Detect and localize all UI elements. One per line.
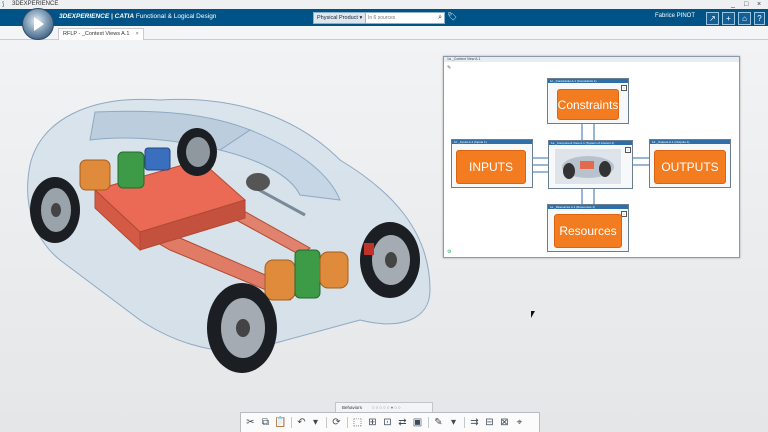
search-input[interactable] xyxy=(368,14,426,21)
search-bar: Physical Product ▾ ⌕ xyxy=(313,12,445,24)
inputs-box: INPUTS xyxy=(456,150,526,184)
front-motor xyxy=(264,259,296,301)
behaviors-label: Behaviors xyxy=(342,405,363,410)
brand-app-name: 3DEXPERIENCE | CATIA xyxy=(59,13,135,20)
separator xyxy=(291,417,292,428)
separator xyxy=(464,417,465,428)
paste-icon[interactable]: 📋 xyxy=(274,416,287,429)
wheel-rear-right xyxy=(177,128,217,176)
connect-icon[interactable]: ⇄ xyxy=(396,416,409,429)
analyze-icon[interactable]: ⌖ xyxy=(513,416,526,429)
select-icon[interactable]: ⬚ xyxy=(351,416,364,429)
play-icon xyxy=(34,17,44,31)
redo-icon[interactable]: ▾ xyxy=(309,416,322,429)
node-header: 1a _Component View A.1 (System of intere… xyxy=(549,141,632,145)
outputs-box: OUTPUTS xyxy=(654,150,726,184)
resources-box: Resources xyxy=(554,214,622,248)
rear-gearbox xyxy=(117,151,145,189)
front-motor-right xyxy=(319,251,349,289)
rear-motor xyxy=(79,159,111,191)
layout-icon[interactable]: ▾ xyxy=(447,416,460,429)
cut-icon[interactable]: ✂ xyxy=(244,416,257,429)
close-window-button[interactable]: × xyxy=(757,0,761,9)
search-scope-dropdown[interactable]: Physical Product ▾ xyxy=(314,13,366,23)
wheel-front-left xyxy=(207,283,277,373)
new-block-icon[interactable]: ⊞ xyxy=(366,416,379,429)
expand-icon[interactable]: ▫ xyxy=(625,147,631,153)
copy-icon[interactable]: ⧉ xyxy=(259,416,272,429)
wheel-front-right xyxy=(360,222,420,298)
wheel-rear-left xyxy=(30,177,80,243)
side-mirror xyxy=(246,173,270,191)
help-icon[interactable]: ? xyxy=(754,12,765,25)
brand-title: 3DEXPERIENCE | CATIA Functional & Logica… xyxy=(59,13,216,20)
outputs-node[interactable]: 1d _Outputs A.1 (Outputs 1) OUTPUTS xyxy=(649,139,731,188)
expose-icon[interactable]: ⊟ xyxy=(483,416,496,429)
inputs-node[interactable]: 1b _Inputs A.1 (Inputs 1) INPUTS xyxy=(451,139,533,188)
flow-icon[interactable]: ⇉ xyxy=(468,416,481,429)
mouse-cursor xyxy=(531,311,535,318)
component-thumbnail xyxy=(555,149,621,184)
window-title-bar: ⟆ 3DEXPERIENCE _ □ × xyxy=(0,0,768,9)
expand-icon[interactable]: ▫ xyxy=(621,85,627,91)
constraints-node[interactable]: 1c _Constraints A.1 (Constraints 1) ▫ Co… xyxy=(547,78,629,124)
component-node[interactable]: 1a _Component View A.1 (System of intere… xyxy=(548,140,633,189)
search-scope-label: Physical Product xyxy=(317,15,358,21)
undo-icon[interactable]: ↶ xyxy=(295,416,308,429)
tab-bar: RFLP - _Context Views A.1 × xyxy=(0,26,768,40)
user-name[interactable]: Fabrice PINOT xyxy=(655,13,695,19)
tab-close-icon[interactable]: × xyxy=(135,31,138,37)
tab-context-views[interactable]: RFLP - _Context Views A.1 × xyxy=(58,28,144,40)
node-header: 1b _Inputs A.1 (Inputs 1) xyxy=(452,140,532,144)
rear-controller xyxy=(144,147,171,171)
tab-label: RFLP - _Context Views A.1 xyxy=(63,31,130,37)
edit-icon[interactable]: ✎ xyxy=(432,416,445,429)
maximize-button[interactable]: □ xyxy=(744,0,748,9)
tag-icon[interactable]: 🏷 xyxy=(447,12,457,21)
node-header: 1d _Outputs A.1 (Outputs 1) xyxy=(650,140,730,144)
separator xyxy=(326,417,327,428)
minimize-button[interactable]: _ xyxy=(731,0,735,9)
add-icon[interactable]: + xyxy=(722,12,735,25)
separator xyxy=(347,417,348,428)
compass-button[interactable] xyxy=(22,8,54,40)
new-port-icon[interactable]: ⊡ xyxy=(381,416,394,429)
separator xyxy=(428,417,429,428)
context-view-panel[interactable]: 1a _Context View A.1 ✎ 1c _Constraints A… xyxy=(443,56,740,258)
structure-icon[interactable]: ⊠ xyxy=(498,416,511,429)
front-gearbox xyxy=(294,249,321,299)
update-icon[interactable]: ⟳ xyxy=(330,416,343,429)
node-header: 1e _Resources A.1 (Resources 1) xyxy=(548,205,628,209)
search-icon[interactable]: ⌕ xyxy=(438,13,442,23)
constraints-box: Constraints xyxy=(557,89,619,120)
resources-node[interactable]: 1e _Resources A.1 (Resources 1) ▫ Resour… xyxy=(547,204,629,252)
panel-status-icon[interactable]: ⚙ xyxy=(447,249,451,255)
node-header: 1c _Constraints A.1 (Constraints 1) xyxy=(548,79,628,83)
share-icon[interactable]: ↗ xyxy=(706,12,719,25)
home-icon[interactable]: ⌂ xyxy=(738,12,751,25)
brand-app-title: Functional & Logical Design xyxy=(135,13,217,20)
instance-icon[interactable]: ▣ xyxy=(411,416,424,429)
behaviors-pager[interactable]: ○○○○○●○○ xyxy=(372,403,402,412)
action-toolbar: ✂ ⧉ 📋 ↶ ▾ ⟳ ⬚ ⊞ ⊡ ⇄ ▣ ✎ ▾ ⇉ ⊟ ⊠ ⌖ xyxy=(240,412,540,432)
